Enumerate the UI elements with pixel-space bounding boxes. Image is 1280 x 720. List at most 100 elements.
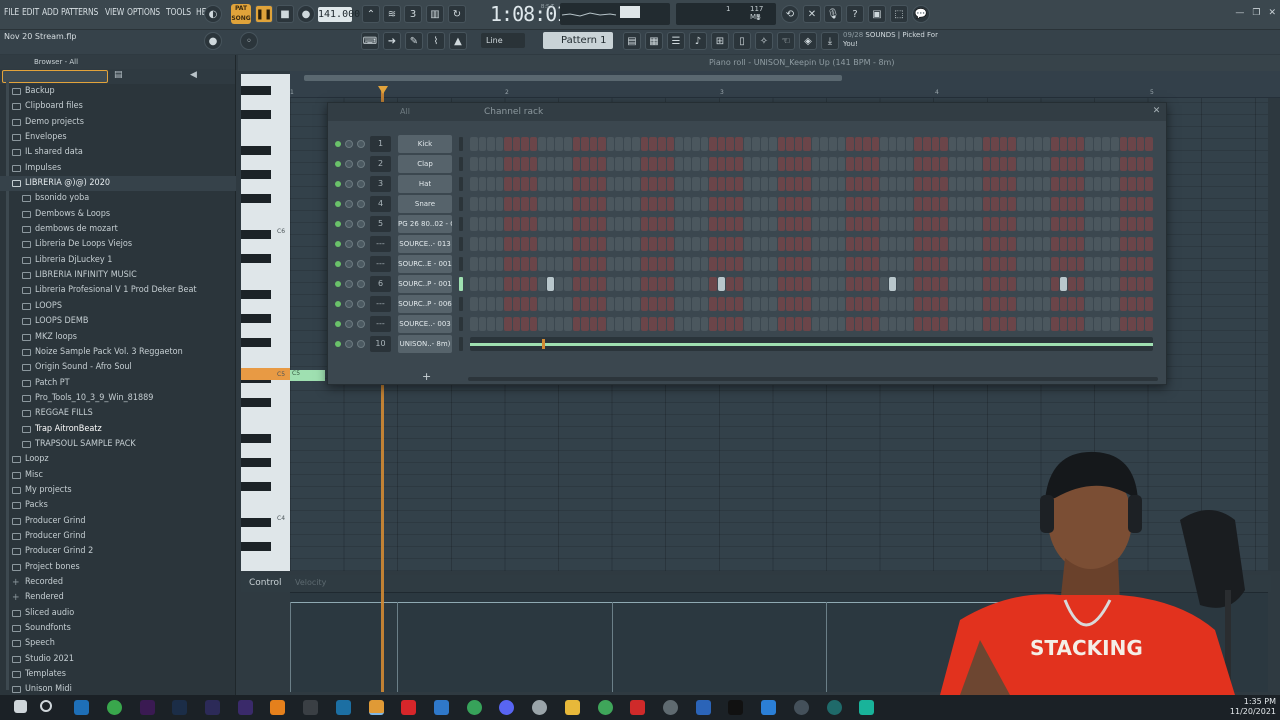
browser-item[interactable]: Misc — [0, 468, 236, 483]
channel-mixer-track[interactable]: 6 — [370, 276, 391, 292]
step-button[interactable] — [1034, 297, 1042, 311]
step-button[interactable] — [880, 297, 888, 311]
step-button[interactable] — [512, 177, 521, 191]
step-button[interactable] — [598, 277, 606, 291]
step-button[interactable] — [1017, 297, 1025, 311]
step-button[interactable] — [470, 177, 478, 191]
step-button[interactable] — [846, 277, 854, 291]
step-button[interactable] — [598, 197, 606, 211]
step-button[interactable] — [1102, 177, 1111, 191]
step-button[interactable] — [623, 137, 632, 151]
step-button[interactable] — [709, 157, 717, 171]
restore-icon[interactable]: ❐ — [1252, 8, 1260, 18]
step-button[interactable] — [752, 237, 760, 251]
step-button[interactable] — [1136, 297, 1145, 311]
channel-select[interactable] — [459, 277, 463, 291]
step-button[interactable] — [786, 137, 794, 151]
step-button[interactable] — [999, 137, 1008, 151]
browser-item[interactable]: Envelopes — [0, 130, 236, 145]
step-button[interactable] — [1034, 157, 1042, 171]
step-button[interactable] — [888, 277, 897, 291]
step-button[interactable] — [846, 197, 854, 211]
step-button[interactable] — [504, 257, 512, 271]
channel-mixer-track[interactable]: 4 — [370, 196, 391, 212]
step-button[interactable] — [589, 277, 598, 291]
step-button[interactable] — [828, 177, 837, 191]
step-button[interactable] — [1042, 277, 1051, 291]
step-button[interactable] — [871, 277, 880, 291]
step-button[interactable] — [777, 317, 786, 331]
step-button[interactable] — [888, 177, 897, 191]
steam-icon[interactable] — [336, 700, 351, 715]
step-button[interactable] — [1119, 157, 1128, 171]
browser-item[interactable]: dembows de mozart — [0, 222, 236, 237]
channel-mute-led[interactable] — [335, 261, 341, 267]
step-button[interactable] — [504, 277, 512, 291]
step-button[interactable] — [743, 197, 752, 211]
step-button[interactable] — [512, 197, 521, 211]
step-button[interactable] — [692, 297, 700, 311]
step-button[interactable] — [555, 237, 564, 251]
step-button[interactable] — [888, 217, 897, 231]
step-button[interactable] — [880, 237, 888, 251]
step-button[interactable] — [940, 137, 948, 151]
step-button[interactable] — [1102, 297, 1111, 311]
step-button[interactable] — [837, 257, 846, 271]
step-button[interactable] — [769, 177, 777, 191]
app-purple-icon[interactable] — [205, 700, 220, 715]
step-button[interactable] — [658, 137, 666, 151]
step-button[interactable] — [709, 297, 717, 311]
step-button[interactable] — [888, 197, 897, 211]
step-button[interactable] — [931, 237, 940, 251]
channel-mute-led[interactable] — [335, 341, 341, 347]
step-button[interactable] — [1008, 217, 1016, 231]
step-button[interactable] — [615, 237, 623, 251]
step-button[interactable] — [957, 177, 965, 191]
step-button[interactable] — [1008, 237, 1016, 251]
black-key[interactable] — [241, 194, 271, 203]
step-button[interactable] — [666, 317, 675, 331]
step-button[interactable] — [1119, 237, 1128, 251]
youtube-icon[interactable] — [630, 700, 645, 715]
step-button[interactable] — [1034, 317, 1042, 331]
step-button[interactable] — [974, 297, 982, 311]
step-button[interactable] — [854, 137, 863, 151]
browser-item[interactable]: LOOPS DEMB — [0, 314, 236, 329]
step-button[interactable] — [555, 277, 564, 291]
step-button[interactable] — [769, 297, 777, 311]
tempo-display[interactable]: 141.000 — [318, 7, 360, 22]
step-button[interactable] — [606, 197, 615, 211]
step-button[interactable] — [965, 197, 974, 211]
step-button[interactable] — [1145, 137, 1153, 151]
step-button[interactable] — [1119, 137, 1128, 151]
channel-mixer-track[interactable]: 10 — [370, 336, 391, 352]
step-button[interactable] — [478, 197, 487, 211]
browser-item[interactable]: My projects — [0, 483, 236, 498]
step-button[interactable] — [717, 177, 726, 191]
step-button[interactable] — [948, 217, 957, 231]
start-icon[interactable] — [14, 700, 27, 713]
step-button[interactable] — [982, 197, 991, 211]
step-button[interactable] — [854, 317, 863, 331]
step-button[interactable] — [931, 197, 940, 211]
step-button[interactable] — [991, 317, 999, 331]
step-button[interactable] — [922, 137, 931, 151]
step-button[interactable] — [803, 197, 811, 211]
step-button[interactable] — [717, 297, 726, 311]
step-button[interactable] — [1111, 297, 1119, 311]
step-button[interactable] — [683, 257, 692, 271]
step-button[interactable] — [606, 277, 615, 291]
step-button[interactable] — [828, 157, 837, 171]
channel-mute-led[interactable] — [335, 141, 341, 147]
step-button[interactable] — [1068, 177, 1076, 191]
step-button[interactable] — [871, 177, 880, 191]
step-button[interactable] — [999, 157, 1008, 171]
step-button[interactable] — [743, 157, 752, 171]
step-button[interactable] — [982, 317, 991, 331]
step-button[interactable] — [1051, 297, 1059, 311]
step-button[interactable] — [786, 297, 794, 311]
step-button[interactable] — [606, 237, 615, 251]
step-button[interactable] — [914, 257, 922, 271]
step-button[interactable] — [957, 277, 965, 291]
step-button[interactable] — [880, 257, 888, 271]
